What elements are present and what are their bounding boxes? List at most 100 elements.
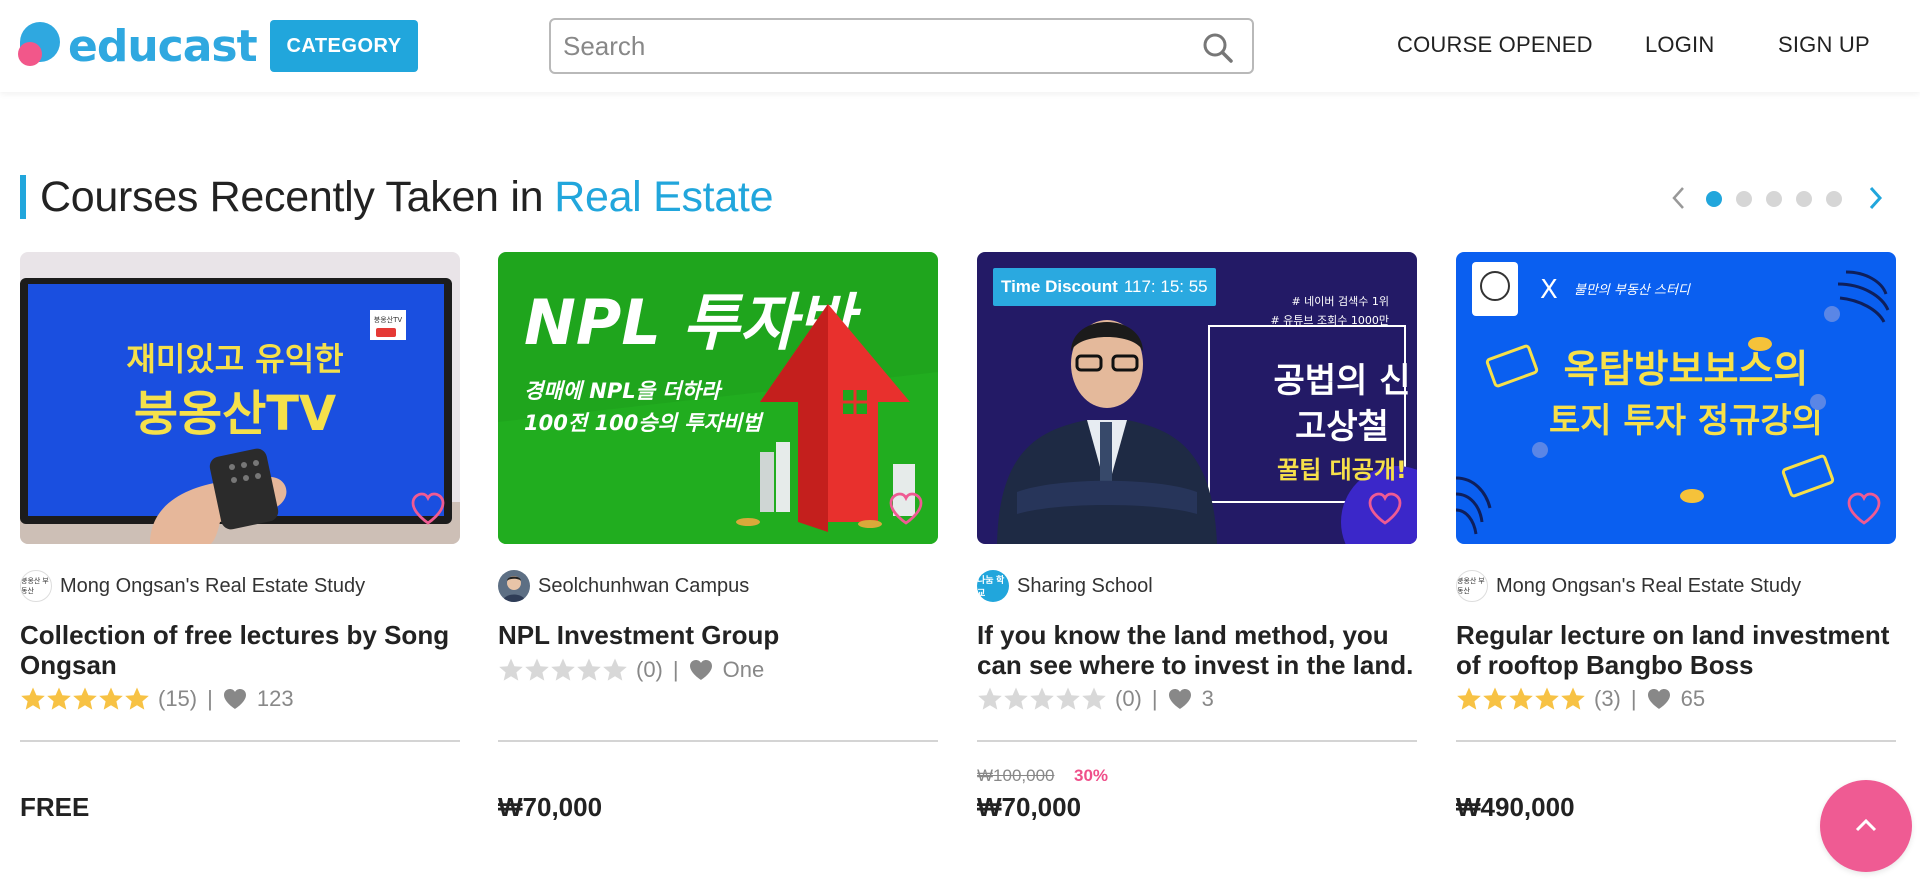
thumb-script: 불만의 부동산 스터디 <box>1574 283 1691 298</box>
course-rating: (15) | 123 <box>20 684 294 714</box>
star-icon <box>1004 687 1028 710</box>
star-rating <box>498 657 628 683</box>
site-header: educast CATEGORY COURSE OPENED LOGIN SIG… <box>0 0 1920 92</box>
carousel-dot[interactable] <box>1706 191 1722 207</box>
search-icon[interactable] <box>1202 32 1234 64</box>
star-rating <box>1456 686 1586 712</box>
card-divider <box>498 740 938 742</box>
search-box <box>549 18 1254 74</box>
course-provider[interactable]: 붕옹산 부동산 Mong Ongsan's Real Estate Study <box>1456 570 1801 602</box>
course-thumbnail[interactable]: X 불만의 부동산 스터디 옥탑방보보스의 토지 투자 정규강의 <box>1456 252 1896 544</box>
thumb-corner-logo: 붕옹산TV <box>374 315 403 324</box>
thumb-line2: 붕옹산TV <box>134 386 336 442</box>
wishlist-heart-icon[interactable] <box>1846 492 1882 526</box>
star-icon <box>125 687 149 710</box>
star-icon <box>1056 687 1080 710</box>
provider-logo: 나눔 학교 <box>977 570 1009 602</box>
logo-mark-icon <box>18 22 64 72</box>
thumb-line1: 공법의 신 <box>1274 361 1411 401</box>
star-icon <box>1483 687 1507 710</box>
star-icon <box>603 658 627 681</box>
nav-login[interactable]: LOGIN <box>1645 32 1714 58</box>
title-accent-bar <box>20 175 26 219</box>
time-discount-badge: Time Discount 117: 15: 55 <box>993 268 1216 306</box>
course-price: ₩490,000 <box>1456 792 1575 822</box>
logo-text: educast <box>68 21 258 72</box>
heart-icon <box>689 660 712 680</box>
carousel-dot[interactable] <box>1826 191 1842 207</box>
course-rating: (0) | 3 <box>977 684 1214 714</box>
review-count: (3) <box>1594 686 1621 711</box>
nav-sign-up[interactable]: SIGN UP <box>1778 32 1870 58</box>
discount-rate: 30% <box>1074 766 1109 785</box>
category-button[interactable]: CATEGORY <box>270 20 418 72</box>
star-icon <box>525 658 549 681</box>
thumb-collab: X <box>1540 275 1558 305</box>
thumb-line1: 재미있고 유익한 <box>126 340 343 378</box>
course-card[interactable]: NPL 투자반 경매에 NPL을 더하라 100전 100승의 투자비법 Seo… <box>498 252 938 852</box>
course-provider[interactable]: 나눔 학교 Sharing School <box>977 570 1153 602</box>
review-count: (0) <box>636 657 663 682</box>
course-provider[interactable]: Seolchunhwan Campus <box>498 570 749 602</box>
star-icon <box>1457 687 1481 710</box>
thumb-tag2: # 유튜브 조회수 1000만 <box>1270 314 1389 327</box>
card-divider <box>20 740 460 742</box>
thumb-line2: 토지 투자 정규강의 <box>1549 401 1823 441</box>
carousel-dot[interactable] <box>1796 191 1812 207</box>
carousel-dot[interactable] <box>1736 191 1752 207</box>
like-count: 65 <box>1680 686 1706 711</box>
star-icon <box>1030 687 1054 710</box>
provider-name: Sharing School <box>1017 574 1153 597</box>
like-count: 3 <box>1201 686 1214 711</box>
wishlist-heart-icon[interactable] <box>1367 492 1403 526</box>
separator: | <box>207 686 213 711</box>
course-card[interactable]: # 네이버 검색수 1위 # 유튜브 조회수 1000만 공법의 신 고상철 꿀… <box>977 252 1417 852</box>
course-title[interactable]: Collection of free lectures by Song Ongs… <box>20 620 460 680</box>
carousel-nav <box>1664 183 1896 213</box>
like-count: One <box>722 657 765 682</box>
star-icon <box>21 687 45 710</box>
chevron-left-icon[interactable] <box>1664 183 1694 213</box>
star-icon <box>1509 687 1533 710</box>
heart-icon <box>1647 689 1670 709</box>
section-title: Courses Recently Taken in Real Estate <box>20 173 774 221</box>
chevron-right-icon[interactable] <box>1860 183 1890 213</box>
wishlist-heart-icon[interactable] <box>888 492 924 526</box>
star-icon <box>577 658 601 681</box>
course-card[interactable]: X 불만의 부동산 스터디 옥탑방보보스의 토지 투자 정규강의 붕옹산 부동산… <box>1456 252 1896 852</box>
educast-logo[interactable]: educast <box>18 21 258 72</box>
course-card[interactable]: 재미있고 유익한 붕옹산TV 붕옹산TV 붕옹산 부동산 Mong Ongsan… <box>20 252 460 852</box>
course-thumbnail[interactable]: 재미있고 유익한 붕옹산TV 붕옹산TV <box>20 252 460 544</box>
thumb-line1: 옥탑방보보스의 <box>1564 347 1809 391</box>
nav-course-opened[interactable]: COURSE OPENED <box>1397 32 1593 58</box>
course-provider[interactable]: 붕옹산 부동산 Mong Ongsan's Real Estate Study <box>20 570 365 602</box>
thumb-line3: 꿀팁 대공개! <box>1277 456 1407 484</box>
review-count: (0) <box>1115 686 1142 711</box>
back-to-top-button[interactable] <box>1820 780 1912 872</box>
star-icon <box>551 658 575 681</box>
star-icon <box>47 687 71 710</box>
like-count: 123 <box>256 686 294 711</box>
thumb-sub2: 100전 100승의 투자비법 <box>524 411 764 435</box>
wishlist-heart-icon[interactable] <box>410 492 446 526</box>
course-price: FREE <box>20 792 90 822</box>
carousel-dot[interactable] <box>1766 191 1782 207</box>
course-title[interactable]: If you know the land method, you can see… <box>977 620 1417 680</box>
time-discount-label: Time Discount <box>1001 277 1118 296</box>
star-icon <box>99 687 123 710</box>
provider-name: Mong Ongsan's Real Estate Study <box>1496 574 1802 597</box>
star-icon <box>499 658 523 681</box>
chevron-up-icon <box>1855 818 1877 832</box>
star-icon <box>73 687 97 710</box>
course-title[interactable]: Regular lecture on land investment of ro… <box>1456 620 1896 680</box>
avatar <box>498 570 530 602</box>
provider-logo: 붕옹산 부동산 <box>20 570 52 602</box>
search-input[interactable] <box>563 20 1183 72</box>
thumb-tag1: # 네이버 검색수 1위 <box>1291 295 1389 308</box>
thumb-sub1: 경매에 NPL을 더하라 <box>524 379 723 403</box>
course-title[interactable]: NPL Investment Group <box>498 620 938 650</box>
course-thumbnail[interactable]: NPL 투자반 경매에 NPL을 더하라 100전 100승의 투자비법 <box>498 252 938 544</box>
heart-icon <box>223 689 246 709</box>
star-icon <box>1535 687 1559 710</box>
course-thumbnail[interactable]: # 네이버 검색수 1위 # 유튜브 조회수 1000만 공법의 신 고상철 꿀… <box>977 252 1417 544</box>
